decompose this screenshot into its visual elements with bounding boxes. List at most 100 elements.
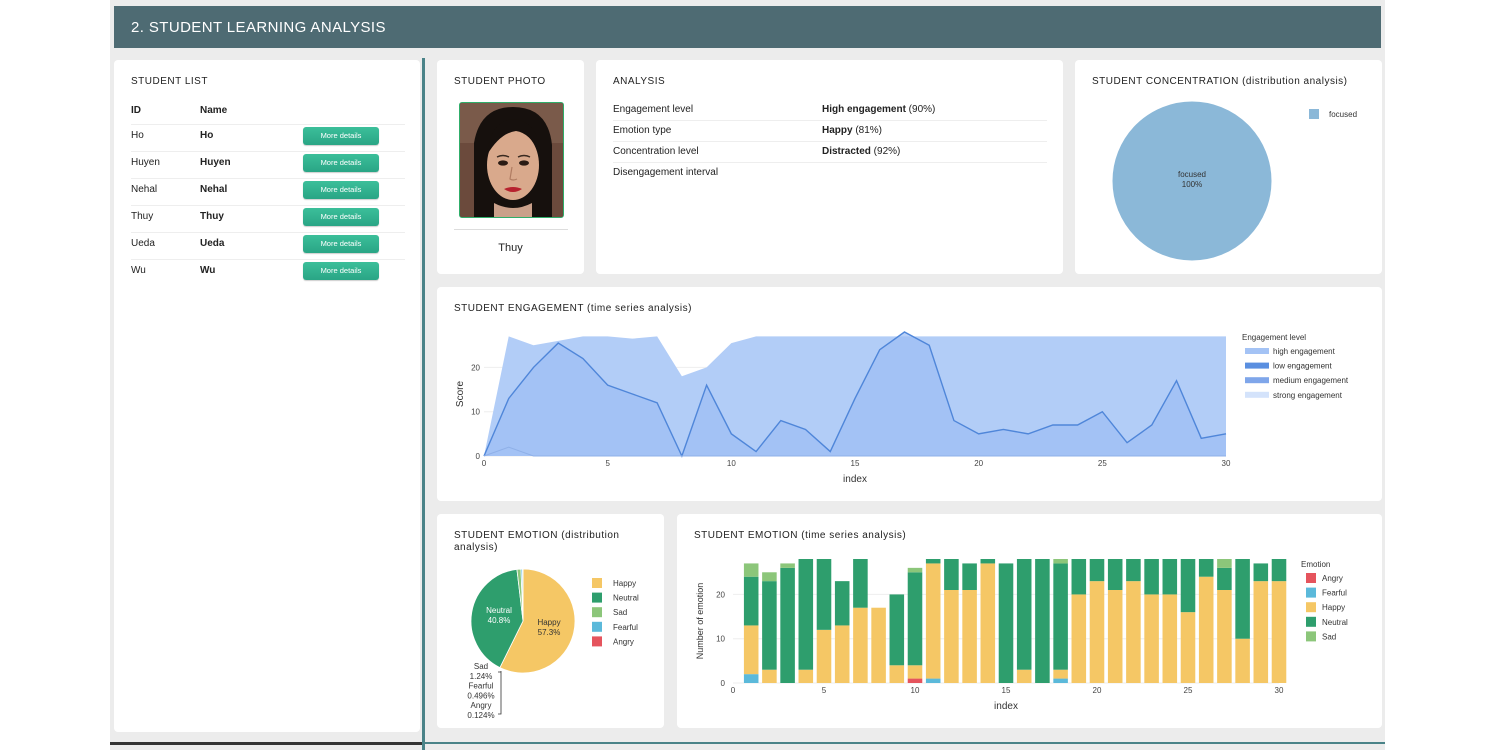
student-row: Huyen Huyen More details bbox=[131, 151, 405, 178]
bar-segment-happy bbox=[889, 665, 905, 683]
legend-label: Fearful bbox=[1322, 589, 1347, 598]
bar-segment-angry bbox=[907, 678, 923, 683]
more-details-button[interactable]: More details bbox=[303, 181, 379, 199]
legend-swatch bbox=[592, 592, 602, 603]
y-tick-label: 0 bbox=[476, 452, 481, 461]
student-photo-title: STUDENT PHOTO bbox=[454, 76, 546, 87]
bar-segment-neutral bbox=[944, 559, 959, 590]
legend-title: Emotion bbox=[1301, 560, 1330, 569]
bar-segment-neutral bbox=[834, 581, 850, 626]
bar-segment-neutral bbox=[1089, 559, 1105, 582]
student-row: Thuy Thuy More details bbox=[131, 205, 405, 232]
x-tick-label: 30 bbox=[1222, 459, 1231, 468]
x-tick-label: 5 bbox=[605, 459, 610, 468]
bar-segment-happy bbox=[925, 563, 941, 679]
legend-label: medium engagement bbox=[1273, 376, 1349, 385]
analysis-value-bold: Happy bbox=[822, 125, 853, 136]
bar-segment-happy bbox=[907, 665, 923, 679]
student-id: Nehal bbox=[131, 184, 158, 195]
bar-segment-sad bbox=[743, 563, 759, 577]
bar-segment-neutral bbox=[743, 576, 759, 626]
legend-swatch bbox=[1306, 631, 1316, 642]
student-row: Ueda Ueda More details bbox=[131, 232, 405, 259]
analysis-row-disengagement: Disengagement interval bbox=[613, 163, 1047, 184]
label-connector bbox=[498, 671, 502, 715]
bar-segment-neutral bbox=[1217, 567, 1232, 590]
student-list-panel: STUDENT LIST ID Name Ho Ho More details … bbox=[114, 60, 420, 732]
legend-label: Neutral bbox=[1322, 618, 1348, 627]
y-axis-label: Number of emotion bbox=[695, 583, 705, 660]
student-photo bbox=[459, 102, 564, 218]
analysis-value: High engagement (90%) bbox=[822, 104, 935, 115]
x-tick-label: 10 bbox=[911, 686, 920, 695]
bar-segment-neutral bbox=[998, 563, 1014, 683]
bottom-border bbox=[110, 742, 422, 745]
section-header: 2. STUDENT LEARNING ANALYSIS bbox=[114, 6, 1381, 48]
bar-segment-happy bbox=[1107, 590, 1123, 683]
x-axis-label: index bbox=[994, 701, 1018, 712]
bar-segment-happy bbox=[1126, 581, 1141, 683]
bar-segment-happy bbox=[871, 607, 886, 683]
engagement-area-chart: 0 5 10 15 20 25 30 0 10 20 index Score Engagement le… bbox=[455, 331, 1349, 485]
id-column-header: ID bbox=[131, 105, 141, 116]
bar-segment-fearful bbox=[925, 678, 941, 683]
student-id: Huyen bbox=[131, 157, 160, 168]
slice-label-percent: 40.8% bbox=[488, 616, 511, 625]
section-title: 2. STUDENT LEARNING ANALYSIS bbox=[131, 19, 386, 36]
bar-segment-happy bbox=[1253, 581, 1269, 683]
legend-label: Sad bbox=[613, 608, 627, 617]
student-face-image bbox=[460, 103, 563, 217]
legend-label: high engagement bbox=[1273, 347, 1336, 356]
legend-swatch bbox=[592, 578, 602, 588]
legend-label: Happy bbox=[613, 579, 636, 588]
bar-segment-neutral bbox=[1144, 559, 1159, 595]
bar-segment-neutral bbox=[816, 559, 832, 630]
bar-segment-sad bbox=[1217, 559, 1232, 568]
slice-label-percent: 57.3% bbox=[538, 628, 561, 637]
bar-segment-sad bbox=[780, 563, 795, 568]
bar-segment-neutral bbox=[1271, 559, 1287, 582]
more-details-button[interactable]: More details bbox=[303, 235, 379, 253]
analysis-value: Happy (81%) bbox=[822, 125, 882, 136]
y-tick-label: 10 bbox=[471, 408, 480, 417]
bar-segment-happy bbox=[1089, 581, 1105, 683]
more-details-button[interactable]: More details bbox=[303, 154, 379, 172]
bar-segment-sad bbox=[762, 572, 777, 582]
legend-swatch bbox=[592, 636, 602, 647]
student-row: Nehal Nehal More details bbox=[131, 178, 405, 205]
bar-segment-fearful bbox=[1053, 678, 1068, 683]
legend-swatch bbox=[1245, 362, 1269, 369]
emotion-distribution-panel: STUDENT EMOTION (distribution analysis) H… bbox=[437, 514, 664, 728]
slice-label: Happy bbox=[537, 618, 560, 627]
more-details-button[interactable]: More details bbox=[303, 127, 379, 145]
bar-segment-happy bbox=[944, 590, 959, 683]
x-tick-label: 15 bbox=[1002, 686, 1011, 695]
bar-segment-neutral bbox=[1053, 563, 1068, 670]
analysis-value-percent: (90%) bbox=[905, 104, 936, 115]
bar-segment-happy bbox=[962, 590, 977, 683]
panel-divider bbox=[422, 58, 425, 750]
legend-label: Angry bbox=[1322, 574, 1343, 583]
student-name: Ho bbox=[200, 130, 214, 141]
analysis-value-percent: (81%) bbox=[852, 125, 883, 136]
slice-label-percent: 1.24% bbox=[470, 672, 493, 681]
x-tick-label: 0 bbox=[731, 686, 736, 695]
more-details-button[interactable]: More details bbox=[303, 262, 379, 280]
student-name: Wu bbox=[200, 265, 216, 276]
analysis-row-engagement: Engagement level High engagement (90%) bbox=[613, 100, 1047, 121]
bar-segment-neutral bbox=[853, 559, 868, 608]
legend-swatch bbox=[1306, 573, 1316, 583]
student-row: Wu Wu More details bbox=[131, 259, 405, 286]
y-axis-label: Score bbox=[455, 381, 466, 408]
legend-label: Sad bbox=[1322, 632, 1336, 641]
bar-segment-neutral bbox=[925, 559, 941, 564]
analysis-value-percent: (92%) bbox=[870, 146, 901, 157]
legend-label: Neutral bbox=[613, 594, 639, 603]
emotion-stacked-bar-chart: 0 5 10 15 20 25 30 0 10 20 index Number of emotion E… bbox=[695, 559, 1348, 712]
more-details-button[interactable]: More details bbox=[303, 208, 379, 226]
bar-segment-neutral bbox=[1198, 559, 1214, 577]
x-tick-label: 20 bbox=[1093, 686, 1102, 695]
bar-segment-happy bbox=[816, 629, 832, 683]
slice-label-percent: 0.124% bbox=[467, 711, 494, 720]
legend-swatch bbox=[1306, 602, 1316, 613]
